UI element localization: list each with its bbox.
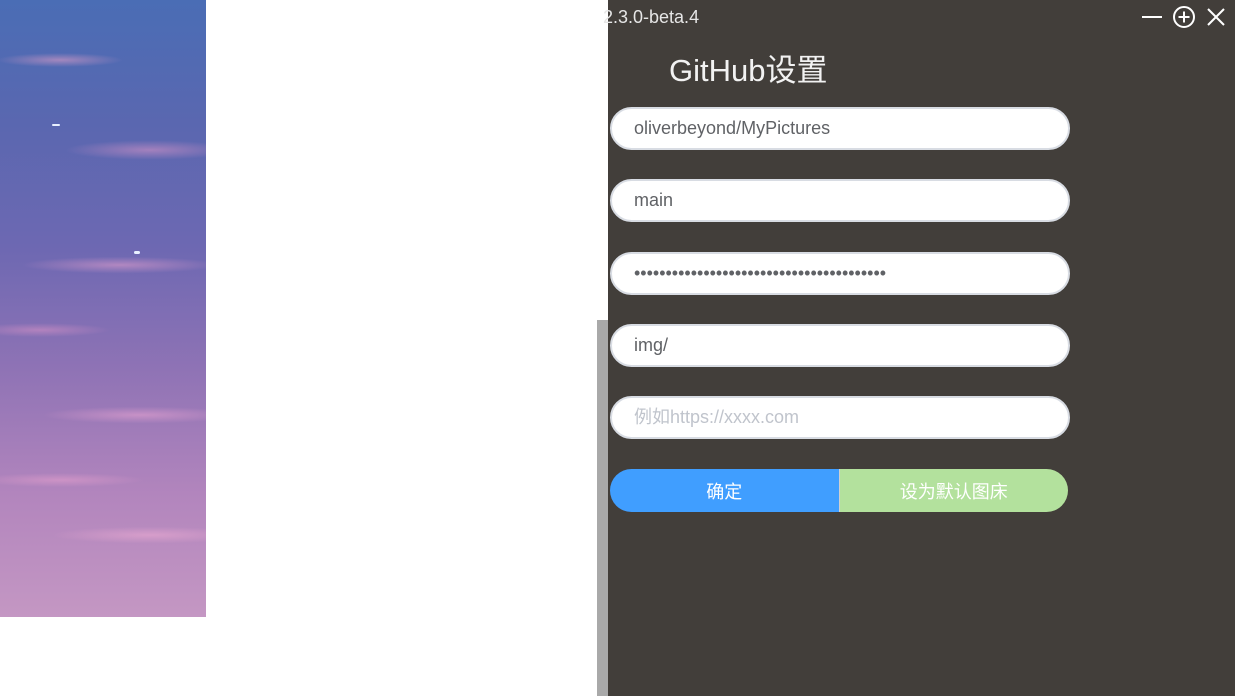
repo-input[interactable] [610,107,1070,150]
wallpaper-star [52,124,60,126]
wallpaper-star [134,251,140,254]
minimize-icon [1142,16,1162,18]
minimize-button[interactable] [1139,4,1165,30]
scrollbar-thumb[interactable] [597,320,608,696]
close-button[interactable] [1203,4,1229,30]
page-title: GitHub设置 [669,53,828,88]
custom-url-input[interactable] [610,396,1070,439]
close-icon [1207,8,1225,26]
action-button-group: 确定 设为默认图床 [610,469,1068,512]
maximize-button[interactable] [1171,4,1197,30]
window-controls [1139,4,1229,30]
content-area [206,0,597,696]
app-window: 2.3.0-beta.4 GitHub设置 确定 设为默认图床 [0,0,1235,696]
app-version-label: 2.3.0-beta.4 [603,7,700,27]
sidebar-wallpaper-image [0,0,206,617]
plus-circle-icon [1173,6,1195,28]
path-input[interactable] [610,324,1070,367]
set-default-button[interactable]: 设为默认图床 [839,469,1068,512]
confirm-button[interactable]: 确定 [610,469,840,512]
branch-input[interactable] [610,179,1070,222]
token-input[interactable] [610,252,1070,295]
